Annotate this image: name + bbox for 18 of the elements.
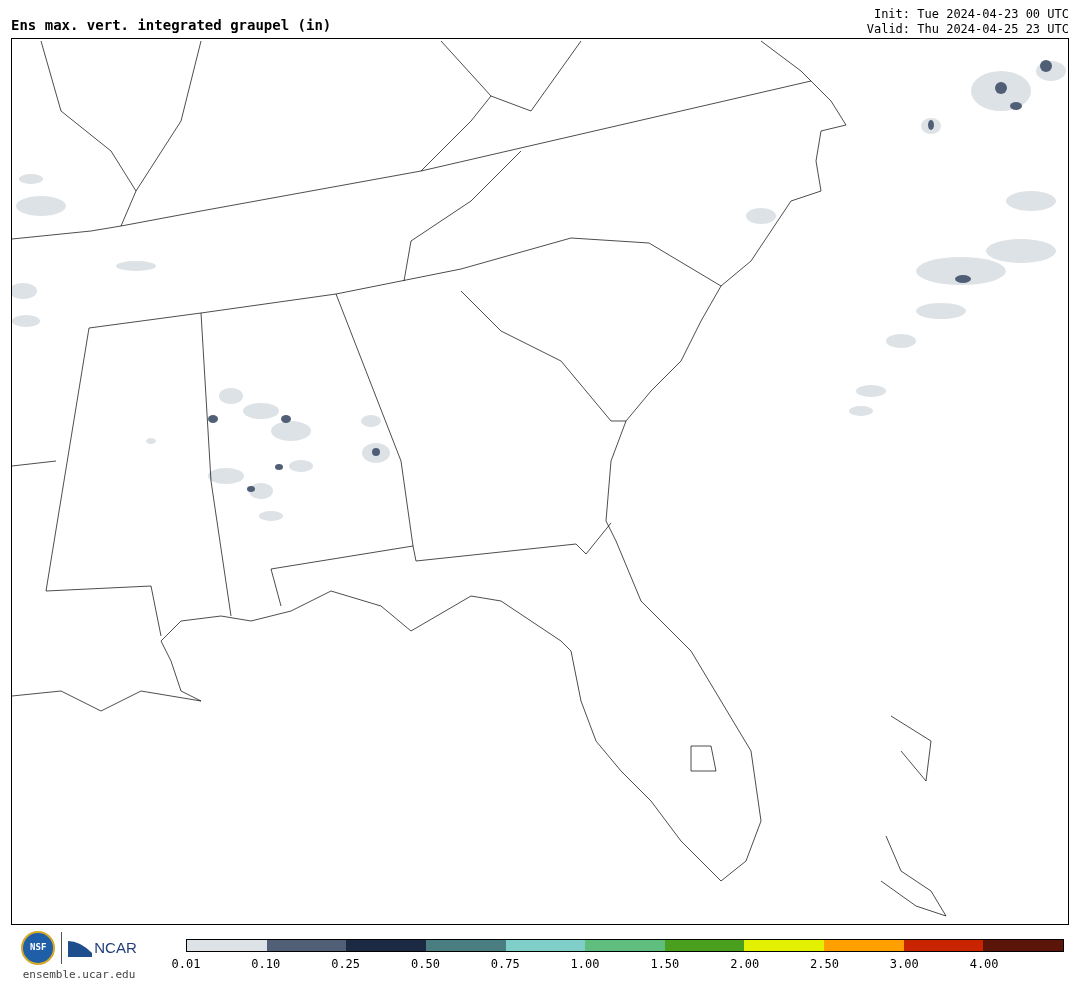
colorbar-label: 2.50 [810,957,839,971]
colorbar-label: 3.00 [889,957,919,971]
ncar-logo-icon [68,939,93,957]
valid-time: Valid: Thu 2024-04-25 23 UTC [866,22,1069,37]
colorbar-label: 0.75 [490,957,520,971]
colorbar-label: 0.50 [411,957,440,971]
website-url: ensemble.ucar.edu [22,967,136,983]
ncar-logo: NCAR [94,937,137,958]
colorbar-label: 2.00 [730,957,760,971]
colorbar-label: 0.10 [251,957,281,971]
colorbar-label: 1.50 [650,957,680,971]
map-title: Ens max. vert. integrated graupel (in) [11,18,332,35]
colorbar-label: 1.00 [570,957,600,971]
colorbar-label: 0.01 [171,957,201,971]
colorbar-label: 0.25 [331,957,361,971]
colorbar-label: 4.00 [969,957,999,971]
init-time: Init: Tue 2024-04-23 00 UTC [873,7,1069,22]
nsf-logo: NSF [21,931,56,965]
